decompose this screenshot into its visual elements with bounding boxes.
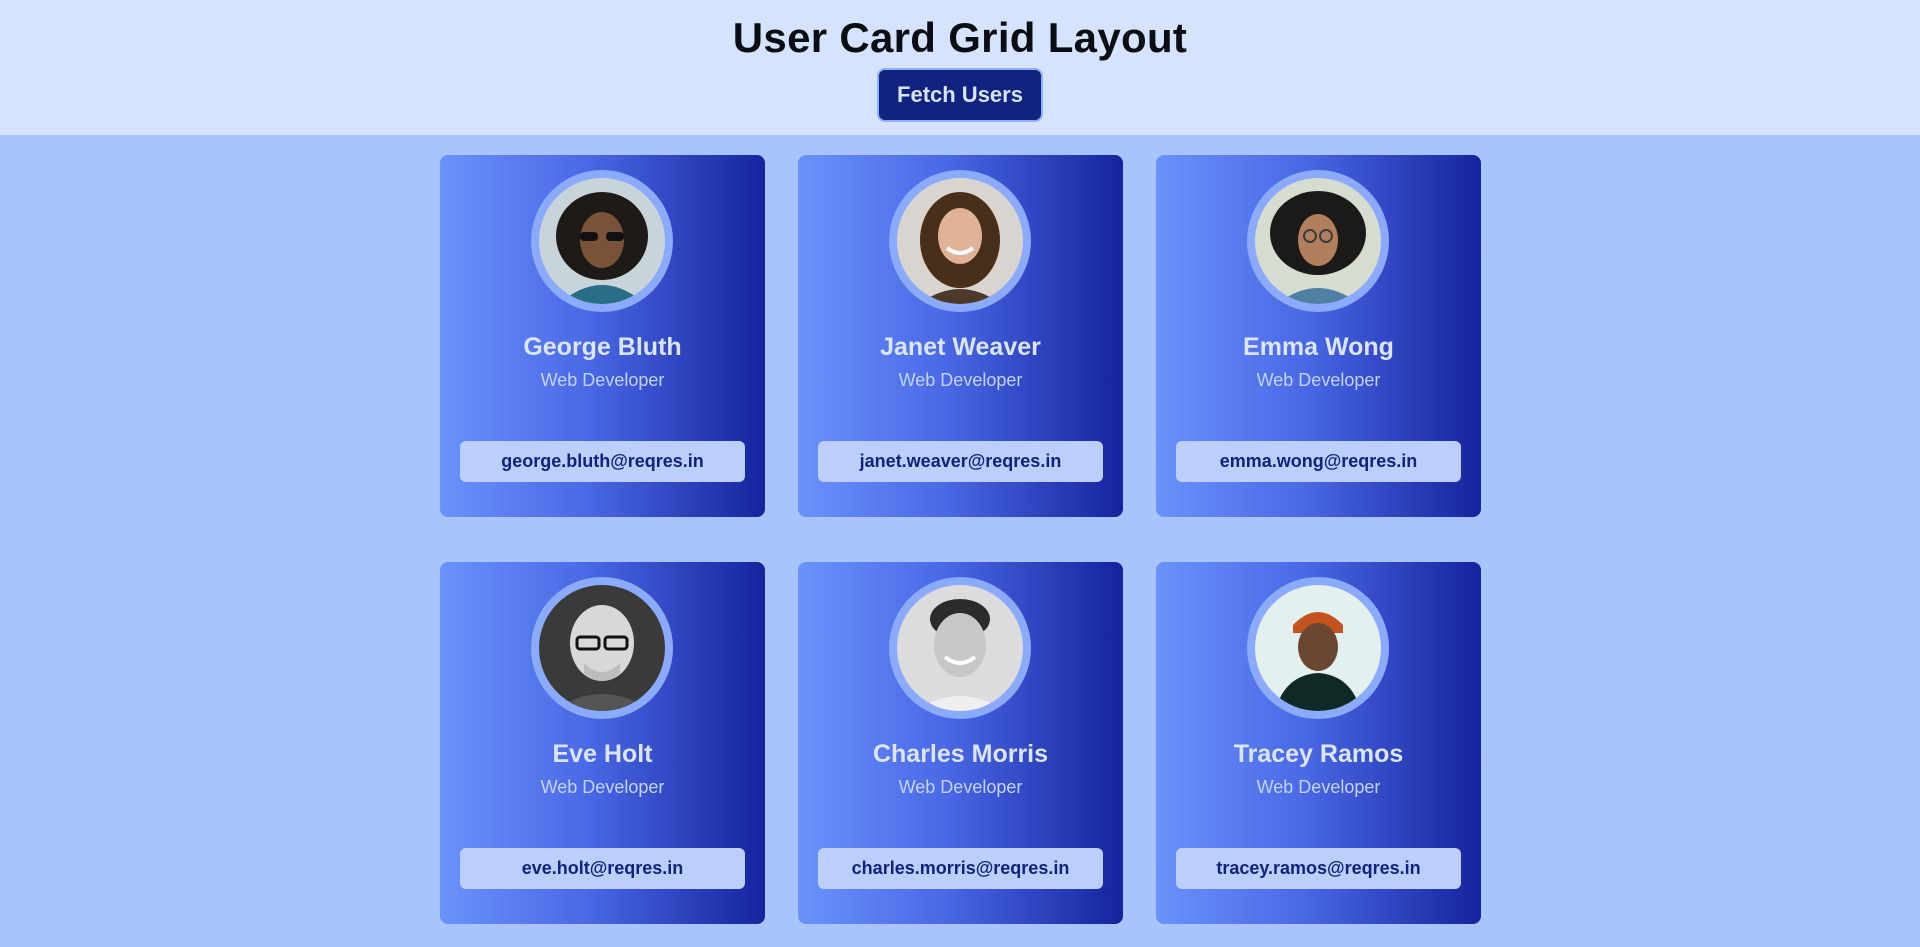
avatar-ring — [1247, 170, 1389, 312]
user-role: Web Developer — [1256, 370, 1381, 390]
user-card: Charles Morris Web Developer charles.mor… — [798, 562, 1123, 924]
user-role: Web Developer — [898, 370, 1023, 390]
avatar-photo-icon — [897, 178, 1023, 304]
user-email-link[interactable]: emma.wong@reqres.in — [1176, 441, 1461, 482]
page-header: User Card Grid Layout Fetch Users — [0, 0, 1920, 135]
user-role: Web Developer — [898, 777, 1023, 797]
avatar-ring — [889, 170, 1031, 312]
avatar-photo-icon — [1255, 585, 1381, 711]
avatar-ring — [531, 170, 673, 312]
fetch-users-button[interactable]: Fetch Users — [877, 68, 1043, 122]
user-email-link[interactable]: eve.holt@reqres.in — [460, 848, 745, 889]
user-name: Janet Weaver — [880, 333, 1041, 361]
user-name: Eve Holt — [552, 740, 653, 768]
user-name: Emma Wong — [1243, 333, 1394, 361]
avatar-photo-icon — [1255, 178, 1381, 304]
user-email-link[interactable]: tracey.ramos@reqres.in — [1176, 848, 1461, 889]
avatar-photo-icon — [539, 178, 665, 304]
user-name: Charles Morris — [872, 740, 1049, 768]
avatar-photo-icon — [897, 585, 1023, 711]
user-email-link[interactable]: george.bluth@reqres.in — [460, 441, 745, 482]
user-email-link[interactable]: janet.weaver@reqres.in — [818, 441, 1103, 482]
avatar-ring — [1247, 577, 1389, 719]
user-card: Emma Wong Web Developer emma.wong@reqres… — [1156, 155, 1481, 517]
user-name: Tracey Ramos — [1233, 740, 1404, 768]
user-card: Tracey Ramos Web Developer tracey.ramos@… — [1156, 562, 1481, 924]
user-card: George Bluth Web Developer george.bluth@… — [440, 155, 765, 517]
user-card: Janet Weaver Web Developer janet.weaver@… — [798, 155, 1123, 517]
avatar-ring — [889, 577, 1031, 719]
user-role: Web Developer — [1256, 777, 1381, 797]
avatar-ring — [531, 577, 673, 719]
page-title: User Card Grid Layout — [732, 14, 1188, 61]
avatar-photo-icon — [539, 585, 665, 711]
user-role: Web Developer — [540, 777, 665, 797]
user-card: Eve Holt Web Developer eve.holt@reqres.i… — [440, 562, 765, 924]
user-role: Web Developer — [540, 370, 665, 390]
user-email-link[interactable]: charles.morris@reqres.in — [818, 848, 1103, 889]
user-name: George Bluth — [523, 333, 682, 361]
